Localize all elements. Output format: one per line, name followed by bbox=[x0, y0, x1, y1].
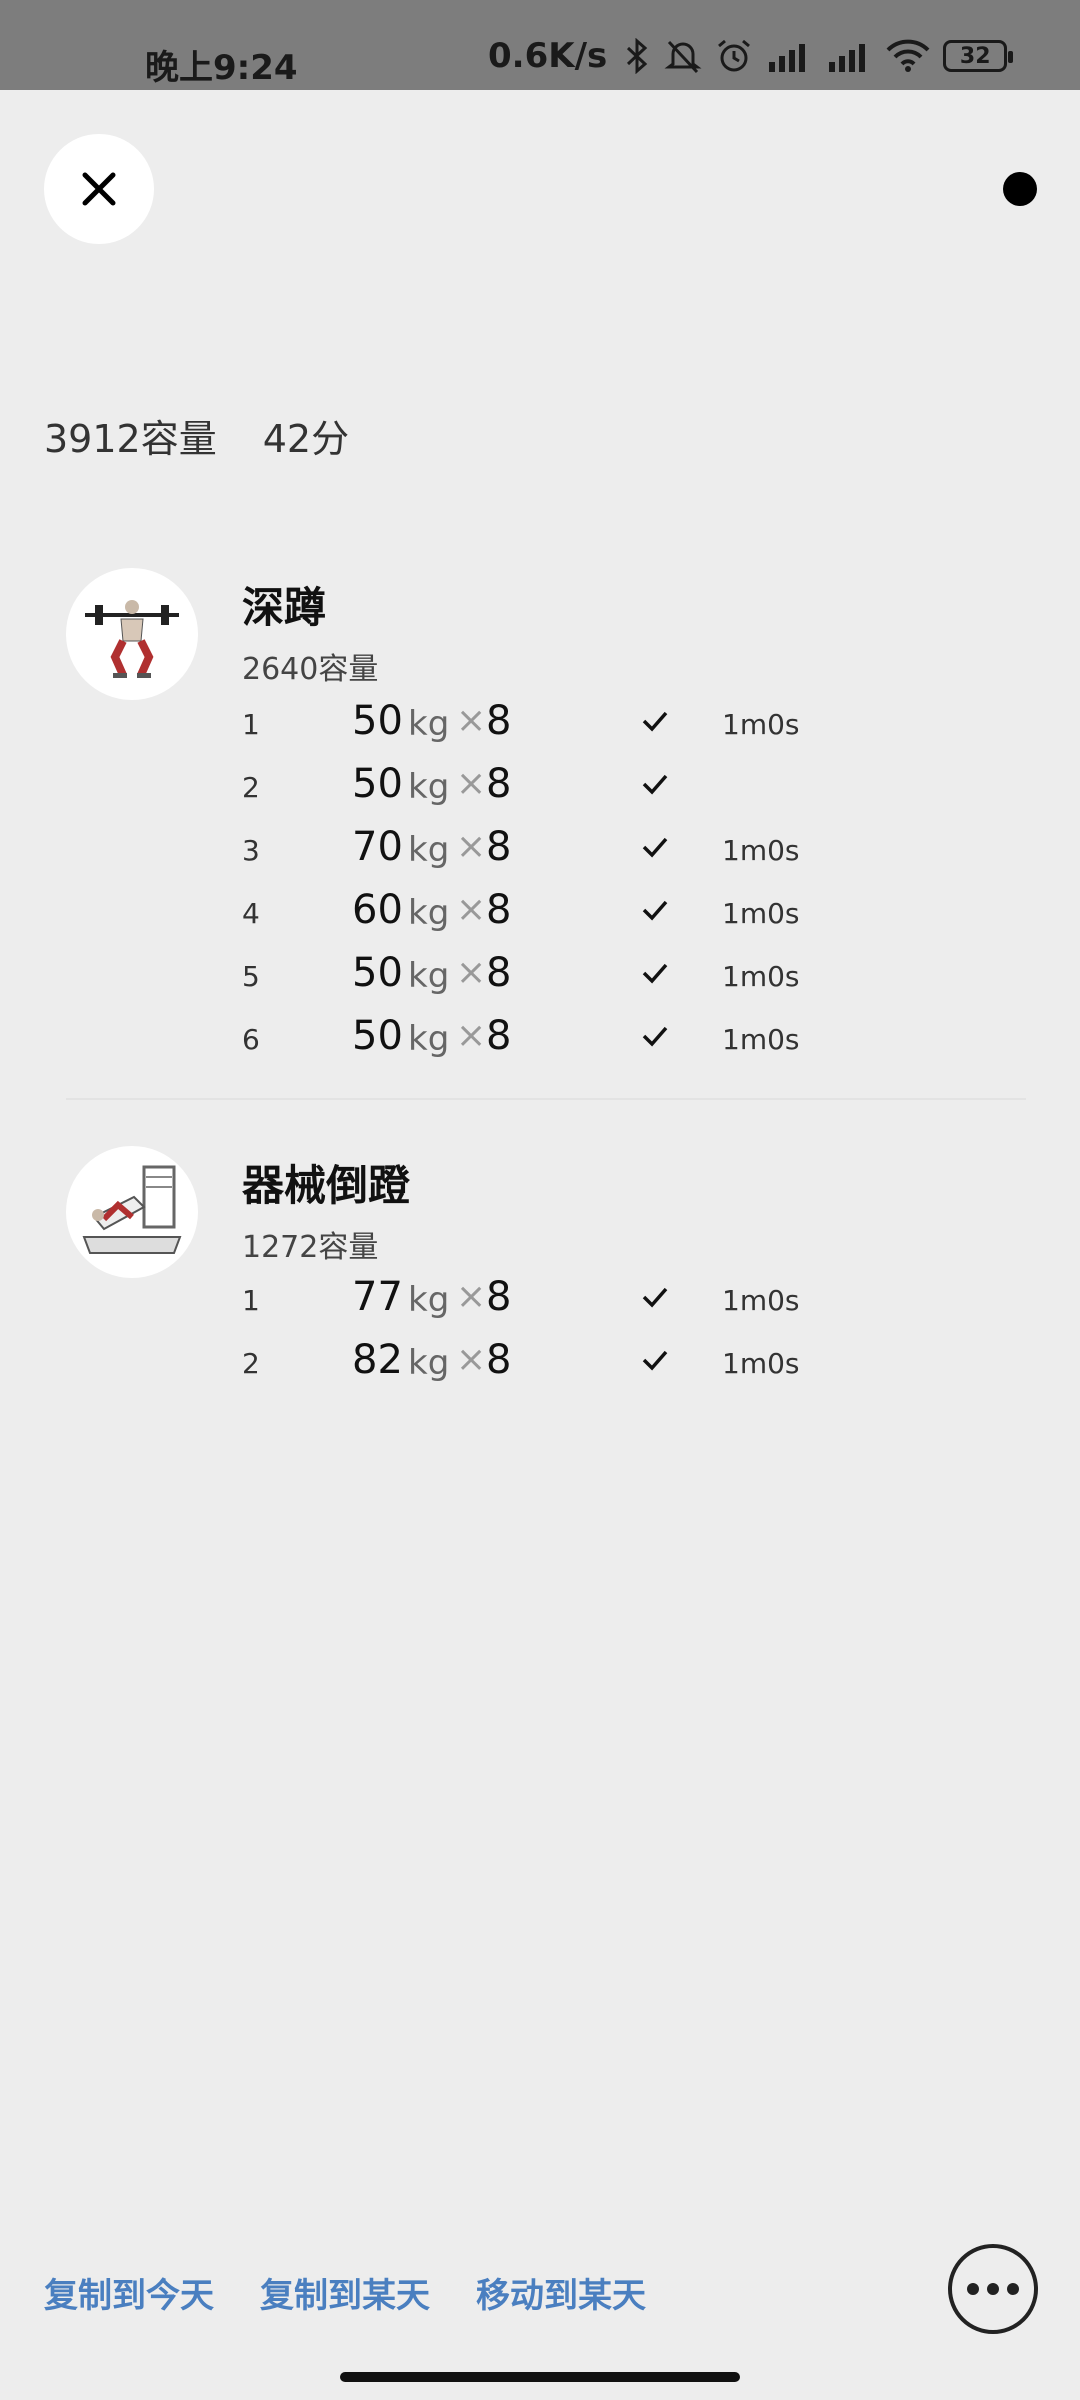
check-icon bbox=[642, 1026, 668, 1047]
squat-thumbnail bbox=[66, 568, 198, 700]
check-icon bbox=[642, 963, 668, 984]
signal-hd-icon bbox=[765, 38, 813, 74]
set-reps: 8 bbox=[486, 1337, 512, 1383]
set-row[interactable]: 1 77 kg × 8 1m0s bbox=[242, 1270, 842, 1330]
exercise-volume: 1272容量 bbox=[242, 1230, 379, 1265]
set-rest: 1m0s bbox=[722, 1347, 800, 1380]
exercise-name: 深蹲 bbox=[242, 583, 327, 632]
bluetooth-icon bbox=[625, 38, 651, 74]
status-bar: 晚上9:24 0.6K/s 32 bbox=[0, 0, 1080, 90]
bottom-action-bar: 复制到今天 复制到某天 移动到某天 bbox=[44, 2268, 646, 2317]
set-weight: 70 bbox=[352, 824, 403, 870]
mute-bell-icon bbox=[663, 38, 703, 74]
more-options-button[interactable] bbox=[948, 2244, 1038, 2334]
check-icon bbox=[642, 900, 668, 921]
set-index: 5 bbox=[242, 960, 260, 993]
signal-icon bbox=[825, 38, 873, 74]
set-rest: 1m0s bbox=[722, 708, 800, 741]
set-index: 4 bbox=[242, 897, 260, 930]
times-sign: × bbox=[456, 763, 487, 804]
check-icon bbox=[642, 1350, 668, 1371]
set-weight: 82 bbox=[352, 1337, 403, 1383]
set-reps: 8 bbox=[486, 698, 512, 744]
move-to-day-button[interactable]: 移动到某天 bbox=[476, 2268, 646, 2317]
close-button[interactable] bbox=[44, 134, 154, 244]
copy-to-today-button[interactable]: 复制到今天 bbox=[44, 2268, 214, 2317]
leg-press-image bbox=[82, 1165, 182, 1254]
set-row[interactable]: 2 50 kg × 8 bbox=[242, 757, 842, 817]
set-rest: 1m0s bbox=[722, 1023, 800, 1056]
more-dot bbox=[1007, 2283, 1019, 2295]
battery-icon: 32 bbox=[943, 40, 1014, 72]
set-unit: kg bbox=[408, 704, 450, 744]
set-unit: kg bbox=[408, 767, 450, 807]
times-sign: × bbox=[456, 1015, 487, 1056]
set-rest: 1m0s bbox=[722, 1284, 800, 1317]
home-indicator[interactable] bbox=[340, 2372, 740, 2382]
set-reps: 8 bbox=[486, 1274, 512, 1320]
set-index: 1 bbox=[242, 1284, 260, 1317]
set-weight: 60 bbox=[352, 887, 403, 933]
exercise-name: 器械倒蹬 bbox=[242, 1161, 411, 1210]
status-icons: 0.6K/s 32 bbox=[488, 36, 1014, 76]
set-weight: 50 bbox=[352, 950, 403, 996]
times-sign: × bbox=[456, 1339, 487, 1380]
times-sign: × bbox=[456, 700, 487, 741]
set-reps: 8 bbox=[486, 824, 512, 870]
set-weight: 50 bbox=[352, 698, 403, 744]
more-dot bbox=[967, 2283, 979, 2295]
set-row[interactable]: 4 60 kg × 8 1m0s bbox=[242, 883, 842, 943]
set-index: 6 bbox=[242, 1023, 260, 1056]
check-icon bbox=[642, 774, 668, 795]
check-icon bbox=[642, 711, 668, 732]
set-row[interactable]: 3 70 kg × 8 1m0s bbox=[242, 820, 842, 880]
set-index: 2 bbox=[242, 1347, 260, 1380]
set-reps: 8 bbox=[486, 761, 512, 807]
set-unit: kg bbox=[408, 1343, 450, 1383]
total-duration: 42分 bbox=[262, 417, 350, 461]
workout-summary: 3912容量 42分 bbox=[44, 408, 349, 463]
check-icon bbox=[642, 837, 668, 858]
set-index: 2 bbox=[242, 771, 260, 804]
times-sign: × bbox=[456, 1276, 487, 1317]
set-unit: kg bbox=[408, 893, 450, 933]
times-sign: × bbox=[456, 952, 487, 993]
times-sign: × bbox=[456, 889, 487, 930]
close-icon bbox=[82, 172, 116, 206]
squat-image bbox=[85, 600, 179, 678]
total-volume: 3912容量 bbox=[44, 417, 217, 461]
leg-press-thumbnail bbox=[66, 1146, 198, 1278]
set-row[interactable]: 2 82 kg × 8 1m0s bbox=[242, 1333, 842, 1393]
set-rest: 1m0s bbox=[722, 960, 800, 993]
set-row[interactable]: 5 50 kg × 8 1m0s bbox=[242, 946, 842, 1006]
copy-to-day-button[interactable]: 复制到某天 bbox=[260, 2268, 430, 2317]
set-weight: 77 bbox=[352, 1274, 403, 1320]
network-speed: 0.6K/s bbox=[488, 36, 608, 76]
set-row[interactable]: 1 50 kg × 8 1m0s bbox=[242, 694, 842, 754]
set-rest: 1m0s bbox=[722, 834, 800, 867]
set-reps: 8 bbox=[486, 887, 512, 933]
set-index: 3 bbox=[242, 834, 260, 867]
exercise-divider bbox=[66, 1098, 1026, 1100]
set-weight: 50 bbox=[352, 761, 403, 807]
set-rest: 1m0s bbox=[722, 897, 800, 930]
set-index: 1 bbox=[242, 708, 260, 741]
check-icon bbox=[642, 1287, 668, 1308]
set-unit: kg bbox=[408, 956, 450, 996]
set-unit: kg bbox=[408, 1019, 450, 1059]
exercise-volume: 2640容量 bbox=[242, 652, 379, 687]
set-row[interactable]: 6 50 kg × 8 1m0s bbox=[242, 1009, 842, 1069]
set-reps: 8 bbox=[486, 1013, 512, 1059]
set-reps: 8 bbox=[486, 950, 512, 996]
status-time: 晚上9:24 bbox=[145, 48, 298, 88]
set-unit: kg bbox=[408, 830, 450, 870]
set-weight: 50 bbox=[352, 1013, 403, 1059]
alarm-icon bbox=[715, 38, 753, 74]
set-unit: kg bbox=[408, 1280, 450, 1320]
wifi-icon bbox=[885, 38, 931, 74]
more-dot bbox=[987, 2283, 999, 2295]
status-dot[interactable] bbox=[1003, 172, 1037, 206]
times-sign: × bbox=[456, 826, 487, 867]
